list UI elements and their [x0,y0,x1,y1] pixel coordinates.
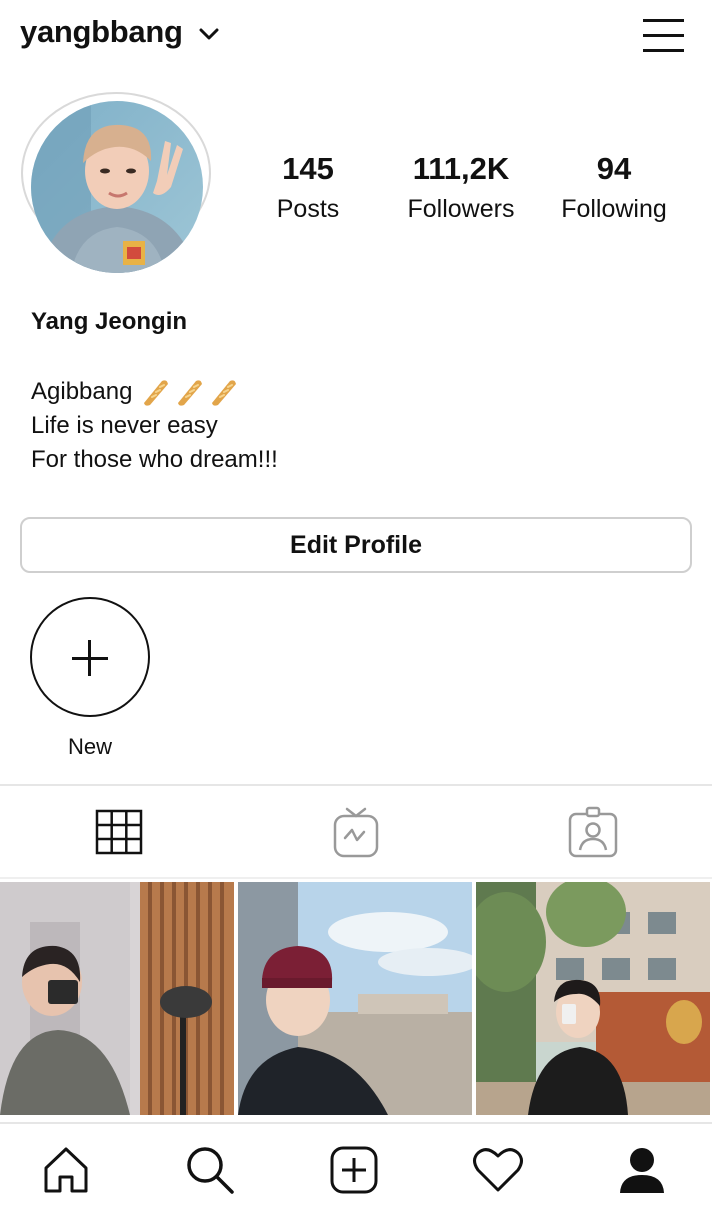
following-value: 94 [596,151,632,186]
bread-emojis [136,377,238,407]
baguette-bread-emoji [144,380,169,406]
post-photo [0,882,234,1115]
chevron-down-icon [199,28,219,40]
posts-count[interactable]: 145 Posts [238,150,378,226]
grid-icon [95,809,142,855]
tagged-person-icon [568,806,617,858]
activity-heart-icon [473,1148,523,1192]
full-name: Yang Jeongin [31,308,188,335]
new-highlight-label: New [67,734,112,759]
followers-count[interactable]: 111,2K Followers [391,150,531,226]
post-photo [476,882,710,1115]
section-divider [0,784,712,786]
following-count[interactable]: 94 Following [544,150,684,226]
nav-new-post[interactable] [326,1142,382,1198]
bio-line-2: Life is never easy [31,412,218,439]
nav-activity[interactable] [470,1142,526,1198]
post-thumbnail[interactable] [238,882,472,1115]
profile-tabs [0,787,712,877]
bio-line-3: For those who dream!!! [31,446,278,473]
post-thumbnail[interactable] [0,882,234,1115]
followers-label: Followers [407,195,515,223]
tabs-divider [0,877,712,879]
top-bar: yangbbang [0,0,712,72]
tab-tagged[interactable] [474,787,711,877]
avatar[interactable] [31,101,203,273]
edit-profile-button[interactable]: Edit Profile [20,517,692,573]
search-icon [187,1147,234,1194]
post-thumbnail[interactable] [476,882,710,1115]
bio-text-1: Agibbang [31,378,133,405]
bottom-nav [0,1122,712,1211]
profile-icon [620,1148,664,1193]
tab-posts-grid[interactable] [0,787,237,877]
following-label: Following [561,195,667,223]
home-icon [44,1147,88,1193]
bio-line-1: Agibbang [31,375,278,409]
nav-profile[interactable] [614,1142,670,1198]
baguette-bread-emoji [178,380,203,406]
bio: Agibbang Life is never easy For those wh… [31,375,278,477]
post-photo [238,882,472,1115]
new-post-icon [330,1146,378,1194]
igtv-icon [333,807,378,858]
baguette-bread-emoji [212,380,237,406]
followers-value: 111,2K [412,151,510,186]
posts-label: Posts [276,195,340,223]
new-highlight-button[interactable] [30,597,150,717]
posts-value: 145 [282,151,334,186]
account-switcher[interactable]: yangbbang [20,14,219,50]
username: yangbbang [20,14,183,49]
posts-grid [0,882,712,1115]
profile-photo [31,101,203,273]
tab-igtv[interactable] [237,787,474,877]
nav-search[interactable] [182,1142,238,1198]
nav-home[interactable] [38,1142,94,1198]
hamburger-menu-icon[interactable] [643,18,685,52]
